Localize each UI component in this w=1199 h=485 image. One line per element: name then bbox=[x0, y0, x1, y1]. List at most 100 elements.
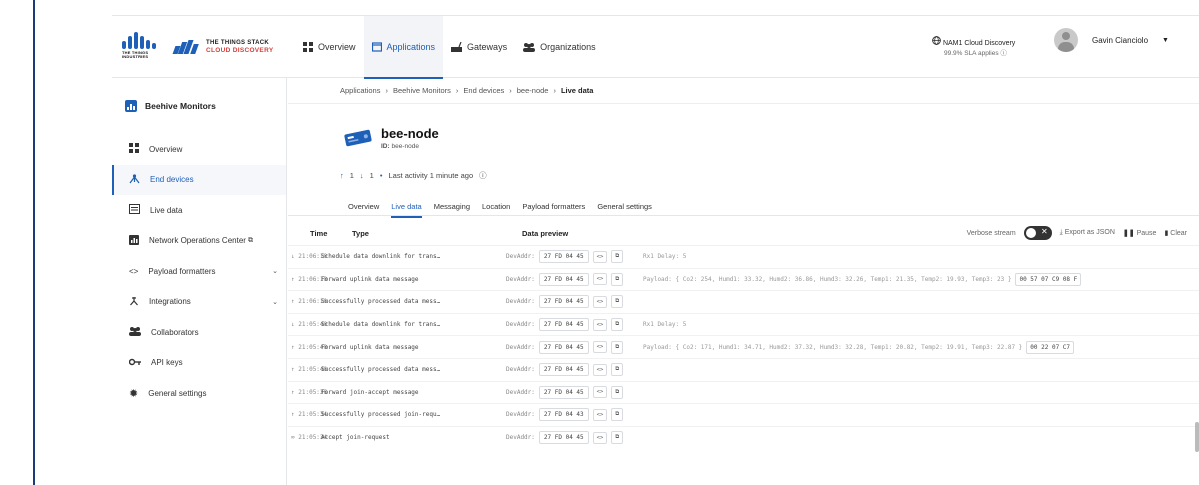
devaddr-preview: DevAddr: 27 FD 04 45 <> ⧉ bbox=[506, 250, 624, 264]
table-row[interactable]: ↑ 21:05:40 Successfully processed data me… bbox=[288, 357, 1199, 381]
devaddr-preview: DevAddr: 27 FD 04 43 <> ⧉ bbox=[506, 408, 624, 422]
scrollbar[interactable] bbox=[1195, 422, 1199, 452]
devaddr-value: 27 FD 04 43 bbox=[538, 408, 589, 422]
sidebar-item-end-devices[interactable]: End devices bbox=[112, 164, 286, 195]
clear-button[interactable]: ▮ Clear bbox=[1164, 229, 1187, 237]
chevron-right-icon: › bbox=[553, 86, 556, 95]
nav-organizations[interactable]: Organizations bbox=[515, 16, 604, 78]
event-detail-text: Payload: { Co2: 254, Humd1: 33.32, Humd2… bbox=[643, 275, 1012, 283]
devaddr-preview: DevAddr: 27 FD 04 45 <> ⧉ bbox=[506, 385, 624, 399]
breadcrumb: Applications › Beehive Monitors › End devi… bbox=[288, 78, 1199, 104]
copy-icon[interactable]: ⧉ bbox=[611, 295, 624, 309]
breadcrumb-applications[interactable]: Applications bbox=[340, 86, 380, 95]
code-toggle-icon[interactable]: <> bbox=[592, 363, 608, 376]
breadcrumb-device[interactable]: bee-node bbox=[517, 86, 549, 95]
table-row[interactable]: ↓ 21:06:10 Schedule data downlink for tra… bbox=[288, 245, 1199, 268]
copy-icon[interactable]: ⧉ bbox=[611, 431, 624, 445]
devaddr-preview: DevAddr: 27 FD 04 45 <> ⧉ bbox=[506, 318, 624, 332]
sidebar-item-general-settings[interactable]: ✹ General settings bbox=[112, 378, 286, 409]
devaddr-value: 27 FD 04 45 bbox=[538, 363, 589, 377]
cluster-name: NAM1 Cloud Discovery bbox=[942, 40, 1016, 47]
table-row[interactable]: ↑ 21:06:10 Forward uplink data message Dev… bbox=[288, 267, 1199, 291]
code-toggle-icon[interactable]: <> bbox=[592, 295, 608, 308]
tti-logo[interactable]: THE THINGS INDUSTRIES bbox=[122, 32, 158, 62]
devaddr-value: 27 FD 04 45 bbox=[538, 318, 589, 332]
table-row[interactable]: ↓ 21:05:40 Schedule data downlink for tra… bbox=[288, 312, 1199, 336]
copy-icon[interactable]: ⧉ bbox=[611, 408, 624, 422]
copy-icon[interactable]: ⧉ bbox=[611, 340, 624, 354]
sidebar-item-collaborators[interactable]: Collaborators bbox=[112, 317, 286, 348]
breadcrumb-application[interactable]: Beehive Monitors bbox=[393, 86, 451, 95]
grid-icon bbox=[303, 42, 313, 52]
code-toggle-icon[interactable]: <> bbox=[592, 273, 608, 286]
last-activity: Last activity 1 minute ago bbox=[388, 171, 474, 180]
breadcrumb-current: Live data bbox=[560, 86, 594, 95]
user-name: Gavin Cianciolo bbox=[1092, 35, 1149, 45]
event-details: Rx1 Delay: 5 bbox=[643, 321, 686, 328]
devaddr-value: 27 FD 04 45 bbox=[538, 431, 589, 445]
chevron-right-icon: › bbox=[385, 86, 388, 95]
event-details: Rx1 Delay: 5 bbox=[643, 253, 686, 260]
cluster-selector[interactable]: NAM1 Cloud Discovery 99.9% SLA applies ⓘ bbox=[932, 36, 1015, 59]
copy-icon[interactable]: ⧉ bbox=[611, 363, 624, 377]
nav-gateways[interactable]: Gateways bbox=[443, 16, 515, 78]
code-toggle-icon[interactable]: <> bbox=[592, 250, 608, 263]
download-icon: ⤓ bbox=[1059, 229, 1063, 236]
column-time: Time bbox=[310, 229, 328, 238]
window-icon bbox=[371, 42, 382, 52]
raw-payload: 00 57 07 C9 08 F bbox=[1015, 272, 1082, 286]
application-icon bbox=[125, 100, 137, 112]
main-content: Applications › Beehive Monitors › End devi… bbox=[288, 78, 1199, 485]
copy-icon[interactable]: ⧉ bbox=[611, 318, 624, 332]
code-toggle-icon[interactable]: <> bbox=[592, 431, 608, 444]
sidebar-item-network-operations-center[interactable]: Network Operations Center ⧉ bbox=[112, 226, 286, 257]
grid-icon bbox=[129, 143, 139, 155]
verbose-stream-toggle[interactable] bbox=[1023, 226, 1052, 240]
verbose-stream-label: Verbose stream bbox=[966, 229, 1016, 237]
code-toggle-icon[interactable]: <> bbox=[592, 408, 608, 421]
user-menu[interactable]: Gavin Cianciolo ▼ bbox=[1054, 28, 1169, 52]
table-row[interactable]: ↑ 21:05:40 Forward uplink data message Dev… bbox=[288, 335, 1199, 358]
caret-down-icon: ▼ bbox=[1162, 36, 1169, 44]
code-toggle-icon[interactable]: <> bbox=[592, 318, 608, 331]
help-icon[interactable]: ⓘ bbox=[479, 170, 487, 181]
device-stats: ↑ 1 ↓ 1 • Last activity 1 minute ago ⓘ bbox=[340, 170, 487, 181]
devaddr-value: 27 FD 04 45 bbox=[538, 272, 589, 286]
sidebar-item-overview[interactable]: Overview bbox=[112, 134, 286, 165]
direction-arrow-icon: ↑ bbox=[291, 298, 295, 306]
code-toggle-icon[interactable]: <> bbox=[592, 341, 608, 354]
downlink-count: 1 bbox=[369, 171, 374, 180]
uplink-count: 1 bbox=[349, 171, 354, 180]
sidebar-item-integrations[interactable]: Integrations ⌄ bbox=[112, 287, 286, 318]
column-type: Type bbox=[352, 229, 369, 238]
device-icon bbox=[343, 127, 373, 149]
devaddr-label: DevAddr: bbox=[506, 388, 535, 396]
devaddr-preview: DevAddr: 27 FD 04 45 <> ⧉ bbox=[506, 272, 624, 286]
table-row[interactable]: ↑ 21:05:34 Successfully processed join-re… bbox=[288, 403, 1199, 426]
sidebar-item-payload-formatters[interactable]: <> Payload formatters ⌄ bbox=[112, 256, 286, 287]
sidebar-item-live-data[interactable]: Live data bbox=[112, 195, 286, 226]
table-row[interactable]: ∞ 21:05:34 Accept join-request DevAddr: 27 … bbox=[288, 425, 1199, 449]
table-row[interactable]: ↑ 21:05:36 Forward join-accept message Dev… bbox=[288, 380, 1199, 404]
pause-button[interactable]: ❚❚ Pause bbox=[1123, 229, 1157, 237]
sidebar-item-label: Network Operations Center bbox=[149, 236, 246, 246]
copy-icon[interactable]: ⧉ bbox=[611, 385, 624, 399]
breadcrumb-end-devices[interactable]: End devices bbox=[463, 86, 504, 95]
table-controls: Verbose stream ⤓ Export as JSON ❚❚ Pause… bbox=[967, 226, 1187, 240]
direction-arrow-icon: ↓ bbox=[291, 253, 295, 261]
stack-logo[interactable]: THE THINGS STACK CLOUD DISCOVERY bbox=[172, 40, 273, 54]
nav-gateways-label: Gateways bbox=[467, 42, 508, 52]
export-json-button[interactable]: ⤓ Export as JSON bbox=[1060, 229, 1115, 237]
devaddr-value: 27 FD 04 45 bbox=[538, 250, 589, 264]
sidebar-item-label: API keys bbox=[151, 358, 183, 368]
sidebar-item-api-keys[interactable]: API keys bbox=[112, 348, 286, 379]
table-row[interactable]: ↑ 21:06:10 Successfully processed data me… bbox=[288, 290, 1199, 313]
copy-icon[interactable]: ⧉ bbox=[611, 272, 624, 286]
nav-applications[interactable]: Applications bbox=[363, 16, 444, 79]
event-detail-text: Payload: { Co2: 171, Humd1: 34.71, Humd2… bbox=[643, 343, 1023, 351]
nav-overview[interactable]: Overview bbox=[295, 16, 364, 78]
copy-icon[interactable]: ⧉ bbox=[611, 250, 624, 264]
clear-label: Clear bbox=[1170, 230, 1187, 237]
code-toggle-icon[interactable]: <> bbox=[592, 386, 608, 399]
help-icon[interactable]: ⓘ bbox=[1000, 50, 1007, 57]
